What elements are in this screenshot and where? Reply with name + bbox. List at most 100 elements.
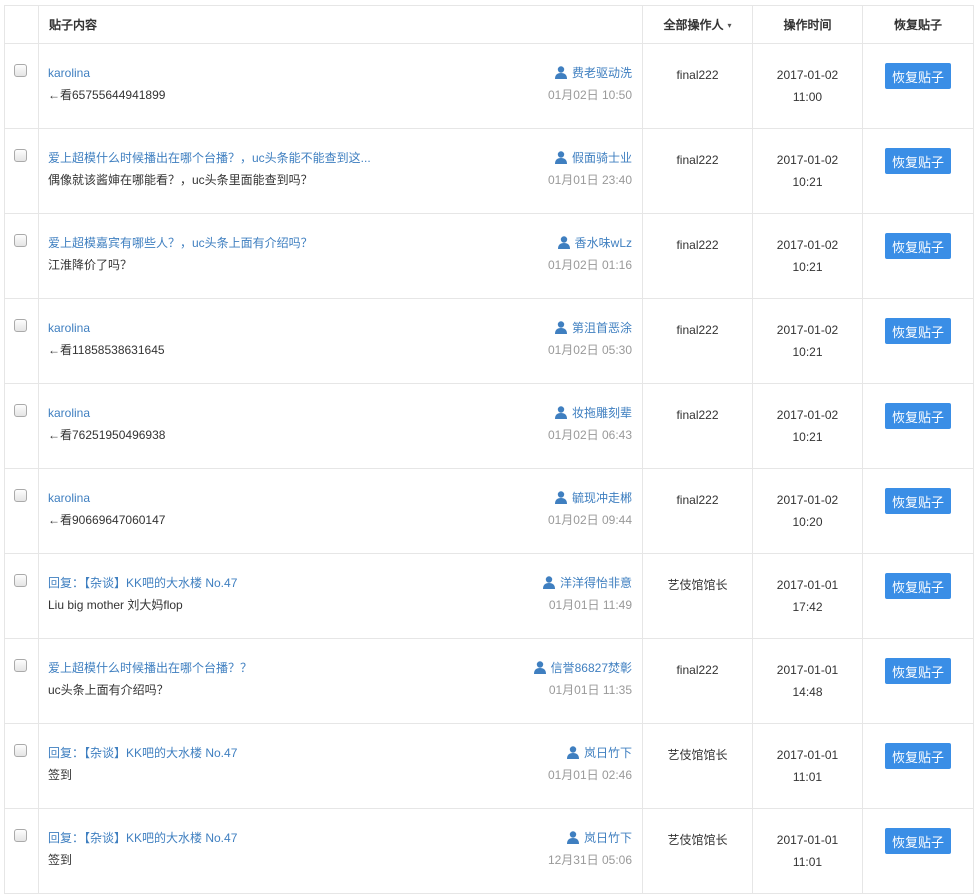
post-content: karolina ←看90669647060147 毓现冲走郴 01月02日 0…: [39, 469, 642, 553]
restore-post-button[interactable]: 恢复贴子: [885, 488, 951, 514]
author-link[interactable]: 岚日竹下: [548, 827, 632, 849]
operation-clock: 10:21: [792, 345, 823, 359]
restore-post-button[interactable]: 恢复贴子: [885, 743, 951, 769]
post-title-link[interactable]: 回复：【杂谈】KK吧的大水楼 No.47: [48, 572, 488, 594]
author-name: 费老驱动洗: [571, 66, 632, 80]
author-name: 岚日竹下: [583, 746, 632, 760]
author-name: 香水味wLz: [574, 236, 632, 250]
row-checkbox[interactable]: [14, 404, 27, 417]
post-date: 01月01日 23:40: [547, 173, 632, 187]
table-row: 爱上超模什么时候播出在哪个台播？，uc头条能不能查到这... 偶像就该酱婶在哪能…: [4, 128, 974, 214]
operator-name: 艺伎馆馆长: [667, 748, 728, 762]
author-link[interactable]: 假面骑士业: [548, 147, 632, 169]
user-icon: [566, 831, 579, 844]
author-link[interactable]: 洋洋得怡非意: [542, 572, 632, 594]
content-column-header: 贴子内容: [38, 5, 643, 44]
restore-post-button[interactable]: 恢复贴子: [885, 403, 951, 429]
post-date: 01月01日 11:49: [548, 598, 632, 612]
operation-clock: 11:01: [792, 770, 823, 784]
post-body: 偶像就该酱婶在哪能看？，uc头条里面能查到吗？: [48, 173, 313, 187]
post-title-link[interactable]: 回复：【杂谈】KK吧的大水楼 No.47: [48, 827, 488, 849]
row-checkbox[interactable]: [14, 149, 27, 162]
row-checkbox[interactable]: [14, 574, 27, 587]
row-checkbox[interactable]: [14, 829, 27, 842]
author-link[interactable]: 妆拖雕刻辈: [548, 402, 632, 424]
restore-post-button[interactable]: 恢复贴子: [885, 148, 951, 174]
table-row: 回复：【杂谈】KK吧的大水楼 No.47 Liu big mother 刘大妈f…: [4, 553, 974, 639]
row-checkbox[interactable]: [14, 744, 27, 757]
author-name: 假面骑士业: [571, 151, 632, 165]
author-name: 毓现冲走郴: [571, 491, 632, 505]
post-date: 01月02日 05:30: [547, 343, 632, 357]
post-body: 签到: [48, 768, 73, 782]
author-link[interactable]: 毓现冲走郴: [548, 487, 632, 509]
post-title-link[interactable]: karolina: [48, 62, 488, 84]
author-link[interactable]: 岚日竹下: [548, 742, 632, 764]
post-date: 01月02日 09:44: [547, 513, 632, 527]
author-name: 岚日竹下: [583, 831, 632, 845]
post-title-link[interactable]: 爱上超模什么时候播出在哪个台播？？: [48, 657, 488, 679]
restore-post-button[interactable]: 恢复贴子: [885, 828, 951, 854]
operation-time: 2017-01-01 11:01: [753, 724, 862, 788]
operator-filter-dropdown[interactable]: 全部操作人 ▾: [642, 5, 753, 44]
post-content: 爱上超模什么时候播出在哪个台播？？ uc头条上面有介绍吗？ 信誉86827焚彰 …: [39, 639, 642, 723]
operation-clock: 10:21: [792, 430, 823, 444]
restore-post-button[interactable]: 恢复贴子: [885, 233, 951, 259]
row-checkbox[interactable]: [14, 64, 27, 77]
author-link[interactable]: 费老驱动洗: [548, 62, 632, 84]
post-date: 01月02日 01:16: [547, 258, 632, 272]
post-body: ←看65755644941899: [48, 88, 166, 102]
post-title-link[interactable]: karolina: [48, 317, 488, 339]
author-name: 洋洋得怡非意: [559, 576, 632, 590]
author-link[interactable]: 香水味wLz: [548, 232, 632, 254]
operation-clock: 11:00: [792, 90, 823, 104]
operator-name: final222: [676, 493, 719, 507]
post-title-link[interactable]: 爱上超模嘉宾有哪些人？，uc头条上面有介绍吗？: [48, 232, 488, 254]
operation-time: 2017-01-02 10:21: [753, 214, 862, 278]
user-icon: [557, 236, 570, 249]
user-icon: [554, 406, 567, 419]
post-body: ←看11858538631645: [48, 343, 165, 357]
post-content: 回复：【杂谈】KK吧的大水楼 No.47 签到 岚日竹下 01月01日 02:4…: [39, 724, 642, 808]
restore-post-button[interactable]: 恢复贴子: [885, 658, 951, 684]
post-title-link[interactable]: 爱上超模什么时候播出在哪个台播？，uc头条能不能查到这...: [48, 147, 488, 169]
post-date: 01月02日 06:43: [547, 428, 632, 442]
operator-name: 艺伎馆馆长: [667, 578, 728, 592]
operation-clock: 14:48: [792, 685, 823, 699]
restore-post-button[interactable]: 恢复贴子: [885, 318, 951, 344]
operation-date: 2017-01-02: [776, 238, 839, 252]
restore-post-button[interactable]: 恢复贴子: [885, 63, 951, 89]
post-date: 12月31日 05:06: [547, 853, 632, 867]
operation-date: 2017-01-02: [776, 68, 839, 82]
post-content: karolina ←看76251950496938 妆拖雕刻辈 01月02日 0…: [39, 384, 642, 468]
table-row: 爱上超模嘉宾有哪些人？，uc头条上面有介绍吗？ 江淮降价了吗？ 香水味wLz 0…: [4, 213, 974, 299]
post-title-link[interactable]: 回复：【杂谈】KK吧的大水楼 No.47: [48, 742, 488, 764]
author-link[interactable]: 信誉86827焚彰: [533, 657, 632, 679]
row-checkbox[interactable]: [14, 659, 27, 672]
table-row: 爱上超模什么时候播出在哪个台播？？ uc头条上面有介绍吗？ 信誉86827焚彰 …: [4, 638, 974, 724]
caret-down-icon: ▾: [727, 21, 732, 30]
operation-clock: 10:20: [792, 515, 823, 529]
author-name: 妆拖雕刻辈: [571, 406, 632, 420]
row-checkbox[interactable]: [14, 319, 27, 332]
author-link[interactable]: 第沮首恶涂: [548, 317, 632, 339]
row-checkbox[interactable]: [14, 489, 27, 502]
restore-post-button[interactable]: 恢复贴子: [885, 573, 951, 599]
post-title-link[interactable]: karolina: [48, 487, 488, 509]
post-title-link[interactable]: karolina: [48, 402, 488, 424]
post-body: 江淮降价了吗？: [48, 258, 133, 272]
post-body: 签到: [48, 853, 73, 867]
user-icon: [566, 746, 579, 759]
operation-date: 2017-01-02: [776, 323, 839, 337]
author-name: 第沮首恶涂: [571, 321, 632, 335]
operation-time: 2017-01-01 11:01: [753, 809, 862, 873]
operation-time: 2017-01-02 11:00: [753, 44, 862, 108]
user-icon: [554, 66, 567, 79]
user-icon: [554, 491, 567, 504]
operator-name: final222: [676, 153, 719, 167]
operation-clock: 10:21: [792, 260, 823, 274]
row-checkbox[interactable]: [14, 234, 27, 247]
post-body: ←看90669647060147: [48, 513, 166, 527]
post-content: karolina ←看65755644941899 费老驱动洗 01月02日 1…: [39, 44, 642, 128]
operation-time: 2017-01-02 10:21: [753, 384, 862, 448]
